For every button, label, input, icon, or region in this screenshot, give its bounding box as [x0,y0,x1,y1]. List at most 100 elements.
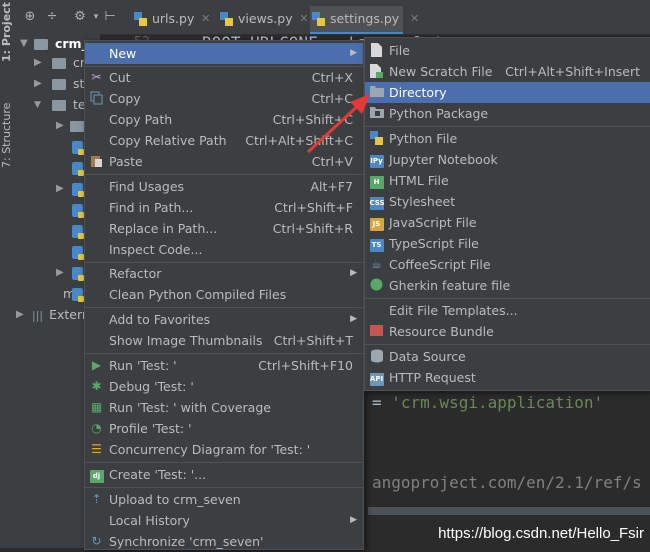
tree-file[interactable] [72,221,84,241]
tree-item[interactable]: ▶ [56,179,84,199]
concurrency-icon: ☰ [91,442,102,456]
file-icon [369,43,384,58]
submenu-item-html[interactable]: H HTML File [365,170,650,191]
python-file-icon [72,288,84,302]
submenu-arrow-icon: ▶ [350,48,357,58]
close-icon[interactable]: ✕ [299,6,308,32]
database-icon [369,349,384,364]
submenu-item-python-package[interactable]: Python Package [365,103,650,124]
menu-item-add-to-favorites[interactable]: Add to Favorites ▶ [85,309,363,330]
submenu-item-file[interactable]: File [365,40,650,61]
expand-arrow-icon[interactable]: ▼ [34,95,41,115]
submenu-arrow-icon: ▶ [350,314,357,324]
submenu-item-jupyter[interactable]: IPy Jupyter Notebook [365,149,650,170]
collapse-arrow-icon[interactable]: ▶ [34,53,42,73]
http-request-icon: API [369,370,384,386]
editor-tabs: urls.py ✕ views.py ✕ settings.py ✕ [130,0,650,35]
submenu-item-scratch[interactable]: New Scratch File Ctrl+Alt+Shift+Insert [365,61,650,82]
folder-icon [52,79,66,90]
tree-file[interactable] [72,242,84,262]
submenu-item-gherkin[interactable]: Gherkin feature file [365,275,650,296]
tab-settings[interactable]: settings.py ✕ [310,6,419,34]
menu-item-find-in-path[interactable]: Find in Path... Ctrl+Shift+F [85,197,363,218]
tree-file[interactable]: m [56,284,84,304]
css-file-icon: CSS [369,194,385,210]
submenu-item-directory[interactable]: Directory [365,82,650,103]
folder-icon [34,39,48,50]
tree-item[interactable]: ▶ st [34,74,84,94]
tab-urls[interactable]: urls.py ✕ [132,6,210,32]
python-file-icon [72,267,84,281]
submenu-item-typescript[interactable]: TS TypeScript File [365,233,650,254]
menu-item-run-coverage[interactable]: ▦ Run 'Test: ' with Coverage [85,397,363,418]
menu-item-local-history[interactable]: Local History ▶ [85,510,363,531]
folder-icon [52,58,66,69]
tree-item[interactable]: ▶ [56,263,84,283]
target-icon[interactable]: ⊕ [22,9,38,25]
submenu-item-edit-templates[interactable]: Edit File Templates... [365,300,650,321]
menu-item-synchronize[interactable]: ↻ Synchronize 'crm_seven' [85,531,363,552]
profile-icon: ◔ [91,421,102,435]
menu-item-refactor[interactable]: Refactor ▶ [85,263,363,284]
hide-panel-icon[interactable]: ⊢ [102,9,118,25]
submenu-item-javascript[interactable]: JS JavaScript File [365,212,650,233]
upload-icon: ⇡ [91,492,102,506]
python-file-icon [72,225,84,239]
menu-item-new[interactable]: New ▶ [85,43,363,64]
coverage-icon: ▦ [90,400,103,414]
menu-item-debug[interactable]: ✱ Debug 'Test: ' [85,376,363,397]
close-icon[interactable]: ✕ [201,6,210,32]
submenu-item-resource-bundle[interactable]: Resource Bundle [365,321,650,342]
menu-item-upload[interactable]: ⇡ Upload to crm_seven [85,489,363,510]
python-file-icon [72,183,84,197]
collapse-arrow-icon[interactable]: ▶ [56,116,64,136]
menu-item-profile[interactable]: ◔ Profile 'Test: ' [85,418,363,439]
debug-icon: ✱ [91,379,102,393]
menu-item-inspect-code[interactable]: Inspect Code... [85,239,363,260]
menu-item-replace-in-path[interactable]: Replace in Path... Ctrl+Shift+R [85,218,363,239]
tree-file[interactable] [72,137,84,157]
collapse-arrow-icon[interactable]: ▶ [56,263,64,283]
submenu-item-http-request[interactable]: API HTTP Request [365,367,650,388]
tree-item[interactable]: ▶ ||| Extern [16,305,90,325]
project-toolbar: ⊕ ÷ ⚙ ▾ ⊢ [12,0,130,35]
python-file-icon [72,141,84,155]
submenu-item-stylesheet[interactable]: CSS Stylesheet [365,191,650,212]
js-file-icon: JS [369,215,384,231]
copy-icon [89,91,104,106]
collapse-arrow-icon[interactable]: ▶ [34,74,42,94]
menu-item-concurrency[interactable]: ☰ Concurrency Diagram for 'Test: ' [85,439,363,460]
tree-item[interactable]: ▶ [56,116,84,136]
horizontal-scrollbar[interactable] [368,507,650,515]
python-file-icon [72,246,84,260]
coffee-file-icon: ☕ [371,257,382,271]
collapse-icon[interactable]: ÷ [44,9,60,25]
menu-item-cut[interactable]: ✂ Cut Ctrl+X [85,67,363,88]
collapse-arrow-icon[interactable]: ▶ [16,305,24,325]
menu-item-run[interactable]: ▶ Run 'Test: ' Ctrl+Shift+F10 [85,355,363,376]
menu-item-clean-compiled[interactable]: Clean Python Compiled Files [85,284,363,305]
submenu-item-data-source[interactable]: Data Source [365,346,650,367]
python-file-icon [134,12,147,26]
close-icon[interactable]: ✕ [410,6,419,32]
tree-file[interactable] [72,158,84,178]
tree-item[interactable]: ▶ cr [34,53,85,73]
collapse-arrow-icon[interactable]: ▶ [56,179,64,199]
tree-file[interactable] [72,200,84,220]
submenu-item-coffeescript[interactable]: ☕ CoffeeScript File [365,254,650,275]
menu-item-find-usages[interactable]: Find Usages Alt+F7 [85,176,363,197]
menu-item-create-test[interactable]: dj Create 'Test: '... [85,464,363,485]
expand-arrow-icon[interactable]: ▼ [20,34,28,54]
menu-item-show-thumbnails[interactable]: Show Image Thumbnails Ctrl+Shift+T [85,330,363,351]
submenu-item-python-file[interactable]: Python File [365,128,650,149]
submenu-arrow-icon: ▶ [350,268,357,278]
tree-item[interactable]: ▼ te [34,95,86,115]
folder-icon [52,100,66,111]
paste-icon [89,154,104,169]
scratch-file-icon [369,64,384,79]
python-file-icon [312,12,325,26]
scissors-icon: ✂ [91,70,102,84]
tab-views[interactable]: views.py ✕ [218,6,309,32]
folder-icon [70,121,84,132]
gear-icon[interactable]: ⚙ [72,9,88,25]
